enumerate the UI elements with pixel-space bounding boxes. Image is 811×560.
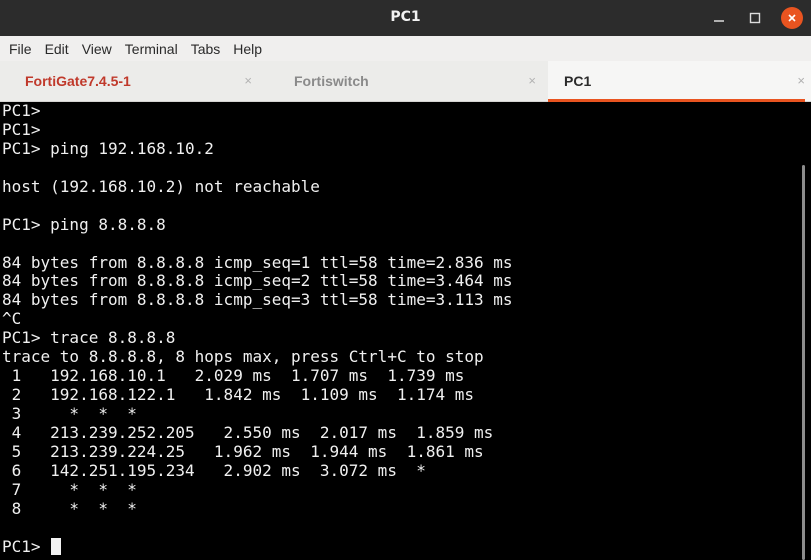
terminal-window: PC1 File Edit View Terminal Tabs Help Fo… — [0, 0, 811, 560]
terminal-line: PC1> — [2, 102, 797, 121]
window-title: PC1 — [390, 9, 421, 25]
menu-help[interactable]: Help — [224, 41, 262, 57]
tab-close-icon[interactable]: × — [797, 73, 805, 88]
terminal-line: 84 bytes from 8.8.8.8 icmp_seq=1 ttl=58 … — [2, 252, 797, 273]
tab-label: PC1 — [564, 73, 592, 89]
terminal-line: 7 * * * — [2, 479, 797, 500]
terminal-line-text: 84 bytes from 8.8.8.8 icmp_seq=2 ttl=58 … — [2, 271, 513, 291]
terminal-line-text: 3 * * * — [2, 404, 137, 423]
terminal-line: 3 * * * — [2, 404, 797, 424]
terminal-output[interactable]: PC1> PC1> PC1> ping 192.168.10.2 host (192.… — [0, 102, 797, 560]
tab-fortigate[interactable]: FortiGate7.4.5-1 × — [0, 61, 270, 101]
terminal-line-text: ^C — [2, 309, 22, 329]
terminal-line: 84 bytes from 8.8.8.8 icmp_seq=3 ttl=58 … — [2, 290, 797, 310]
tab-bar: FortiGate7.4.5-1 × Fortiswitch × PC1 × — [0, 61, 811, 102]
terminal-line-text: PC1> ping 192.168.10.2 — [2, 138, 214, 158]
terminal-line: ^C — [2, 309, 797, 329]
terminal-line-text: 84 bytes from 8.8.8.8 icmp_seq=3 ttl=58 … — [2, 290, 513, 310]
terminal-line-text: 84 bytes from 8.8.8.8 icmp_seq=1 ttl=58 … — [2, 252, 513, 272]
tab-fortiswitch[interactable]: Fortiswitch × — [270, 61, 548, 101]
terminal-line: PC1> trace 8.8.8.8 — [2, 328, 797, 348]
maximize-icon[interactable] — [737, 0, 773, 36]
terminal-line: 84 bytes from 8.8.8.8 icmp_seq=2 ttl=58 … — [2, 271, 797, 291]
scrollbar-thumb[interactable] — [802, 165, 805, 560]
terminal-line: 1 192.168.10.1 2.029 ms 1.707 ms 1.739 m… — [2, 366, 797, 386]
terminal-line: PC1> ping 192.168.10.2 — [2, 138, 797, 159]
terminal-line: PC1> — [2, 119, 797, 140]
title-bar[interactable]: PC1 — [0, 0, 811, 36]
tab-pc1[interactable]: PC1 × — [548, 61, 811, 102]
terminal-line-text: 1 192.168.10.1 2.029 ms 1.707 ms 1.739 m… — [2, 366, 465, 386]
menu-bar: File Edit View Terminal Tabs Help — [0, 36, 811, 61]
terminal-line-text: PC1> ping 8.8.8.8 — [2, 214, 166, 234]
terminal-line-text: PC1> — [2, 536, 51, 556]
terminal-line: 4 213.239.252.205 2.550 ms 2.017 ms 1.85… — [2, 422, 797, 443]
terminal-line: host (192.168.10.2) not reachable — [2, 176, 797, 197]
menu-tabs[interactable]: Tabs — [182, 41, 221, 57]
terminal-line-text: host (192.168.10.2) not reachable — [2, 176, 320, 196]
terminal-line-text: PC1> trace 8.8.8.8 — [2, 328, 176, 348]
tab-label: Fortiswitch — [294, 73, 369, 89]
tab-label: FortiGate7.4.5-1 — [25, 73, 131, 89]
menu-view[interactable]: View — [73, 41, 112, 57]
terminal-line: trace to 8.8.8.8, 8 hops max, press Ctrl… — [2, 347, 797, 367]
terminal-line-text: 6 142.251.195.234 2.902 ms 3.072 ms * — [2, 460, 426, 480]
terminal-line: PC1> — [2, 536, 797, 557]
menu-edit[interactable]: Edit — [36, 41, 69, 57]
tab-close-icon[interactable]: × — [244, 73, 252, 88]
tab-close-icon[interactable]: × — [528, 73, 536, 88]
terminal-line-text: 7 * * * — [2, 479, 137, 499]
terminal-line-text: PC1> — [2, 102, 41, 120]
terminal-line: 8 * * * — [2, 498, 797, 519]
terminal-line-text: 2 192.168.122.1 1.842 ms 1.109 ms 1.174 … — [2, 385, 475, 405]
terminal-line-text: 5 213.239.224.25 1.962 ms 1.944 ms 1.861… — [2, 441, 484, 461]
terminal-line: 6 142.251.195.234 2.902 ms 3.072 ms * — [2, 460, 797, 481]
close-icon[interactable] — [781, 7, 803, 29]
menu-terminal[interactable]: Terminal — [116, 41, 178, 57]
terminal-line-text: trace to 8.8.8.8, 8 hops max, press Ctrl… — [2, 347, 484, 367]
terminal-line-text: PC1> — [2, 119, 41, 139]
terminal-line: 2 192.168.122.1 1.842 ms 1.109 ms 1.174 … — [2, 385, 797, 405]
terminal-line: 5 213.239.224.25 1.962 ms 1.944 ms 1.861… — [2, 441, 797, 462]
minimize-icon[interactable] — [701, 0, 737, 36]
text-cursor — [51, 537, 62, 555]
scrollbar[interactable] — [797, 102, 811, 560]
terminal-line-text: 8 * * * — [2, 498, 137, 518]
window-controls — [701, 0, 811, 36]
menu-file[interactable]: File — [0, 41, 32, 57]
terminal-line-text: 4 213.239.252.205 2.550 ms 2.017 ms 1.85… — [2, 422, 494, 442]
terminal-line: PC1> ping 8.8.8.8 — [2, 214, 797, 235]
